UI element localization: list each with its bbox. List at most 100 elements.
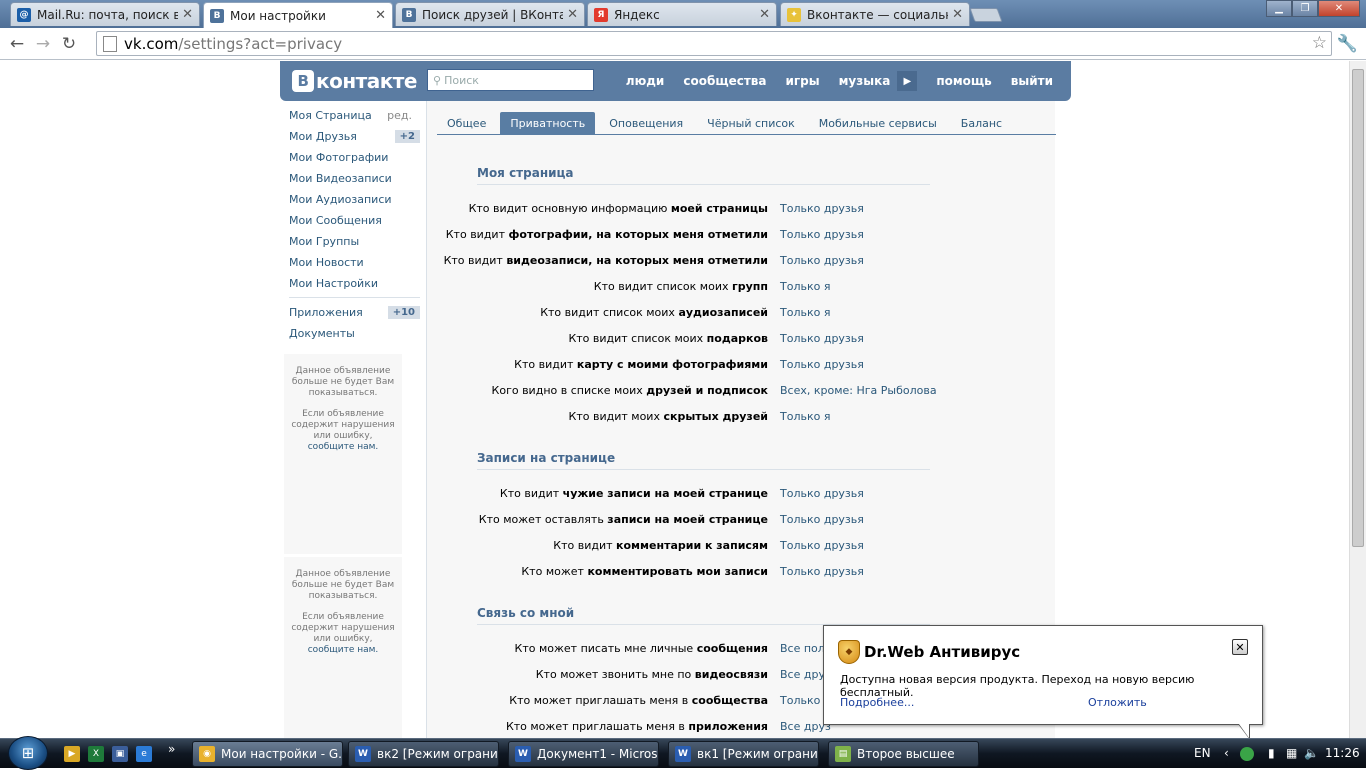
browser-tab[interactable]: В Мои настройки ✕ <box>203 2 393 28</box>
yandex-icon: Я <box>594 7 608 22</box>
privacy-label-text: Кто видит <box>499 486 563 500</box>
left-nav-item[interactable]: Мои Аудиозаписи <box>284 189 420 210</box>
vk-nav-item[interactable]: помощь <box>936 74 991 88</box>
privacy-value-dropdown[interactable]: Только друзья <box>780 539 864 552</box>
popup-tail-inner <box>1239 724 1249 738</box>
tray-expand-icon[interactable]: ‹ <box>1224 746 1229 760</box>
privacy-value-dropdown[interactable]: Только я <box>780 410 830 423</box>
reload-icon[interactable]: ↻ <box>56 34 82 54</box>
browser-tab[interactable]: В Поиск друзей | ВКонтакт ✕ <box>395 2 585 26</box>
excel-icon[interactable]: X <box>88 746 104 762</box>
ie-icon[interactable]: e <box>136 746 152 762</box>
start-button[interactable]: ⊞ <box>8 736 48 770</box>
drweb-later-link[interactable]: Отложить <box>1088 696 1147 709</box>
wrench-menu-icon[interactable]: 🔧 <box>1337 34 1358 54</box>
network-icon[interactable]: ▦ <box>1286 746 1297 760</box>
drweb-title: Dr.Web Антивирус <box>864 643 1021 661</box>
privacy-value-dropdown[interactable]: Только друзья <box>780 332 864 345</box>
vk-logo[interactable]: Вконтакте <box>292 69 417 93</box>
tab-close-icon[interactable]: ✕ <box>952 7 963 22</box>
left-nav-item[interactable]: Приложения +10 <box>284 302 420 323</box>
vk-nav-item[interactable]: игры <box>786 74 820 88</box>
privacy-label: Кто видит фотографии, на которых меня от… <box>427 228 768 241</box>
vk-nav-item[interactable]: сообщества <box>683 74 766 88</box>
taskbar-button[interactable]: Wвк1 [Режим ограни... <box>668 741 819 767</box>
page-scrollbar[interactable] <box>1349 61 1366 738</box>
volume-icon[interactable]: 🔈 <box>1304 746 1319 760</box>
clock[interactable]: 11:26 <box>1325 746 1360 760</box>
left-nav-label: Мои Настройки <box>289 277 378 290</box>
vk-nav-item[interactable]: люди <box>626 74 665 88</box>
left-nav-item[interactable]: Мои Видеозаписи <box>284 168 420 189</box>
vk-nav-item[interactable]: музыка <box>839 74 891 88</box>
settings-tab[interactable]: Мобильные сервисы <box>809 112 947 134</box>
browser-tab[interactable]: Я Яндекс ✕ <box>587 2 777 26</box>
ad-report-link[interactable]: сообщите нам. <box>308 645 379 655</box>
settings-tab[interactable]: Приватность <box>500 112 596 134</box>
privacy-value-dropdown[interactable]: Только я <box>780 306 830 319</box>
browser-tab[interactable]: ✦ Вконтакте — социальная ✕ <box>780 2 970 26</box>
settings-tab[interactable]: Баланс <box>951 112 1012 134</box>
tab-close-icon[interactable]: ✕ <box>759 7 770 22</box>
left-nav-label: Мои Группы <box>289 235 360 248</box>
vk-logo-mark: В <box>292 70 314 92</box>
settings-tab[interactable]: Оповещения <box>599 112 693 134</box>
privacy-label-bold: приложения <box>688 719 768 733</box>
left-nav-item[interactable]: Моя Страница ред. <box>284 105 420 126</box>
edit-link[interactable]: ред. <box>387 109 412 122</box>
vk-nav-item[interactable]: выйти <box>1011 74 1053 88</box>
privacy-value-dropdown[interactable]: Только друзья <box>780 228 864 241</box>
settings-tab[interactable]: Общее <box>437 112 496 134</box>
left-nav-label: Приложения <box>289 306 363 319</box>
left-nav-item[interactable]: Мои Фотографии <box>284 147 420 168</box>
tab-close-icon[interactable]: ✕ <box>182 7 193 22</box>
taskbar-button[interactable]: ◉ Мои настройки - G... <box>192 741 343 767</box>
bookmark-star-icon[interactable]: ☆ <box>1312 33 1327 53</box>
new-tab-button[interactable] <box>969 8 1003 22</box>
drweb-close-button[interactable]: ✕ <box>1232 639 1248 655</box>
drweb-tray-icon[interactable] <box>1240 747 1254 761</box>
privacy-value-dropdown[interactable]: Только я <box>780 280 830 293</box>
tab-close-icon[interactable]: ✕ <box>375 8 386 23</box>
privacy-value-dropdown[interactable]: Только друзья <box>780 513 864 526</box>
privacy-value-dropdown[interactable]: Всех, кроме: Нга Рыболова <box>780 384 937 397</box>
quicklaunch-chevron[interactable]: » <box>168 742 175 756</box>
privacy-label: Кто видит список моих групп <box>427 280 768 293</box>
privacy-value-dropdown[interactable]: Только друзья <box>780 202 864 215</box>
drweb-notification: ◆ Dr.Web Антивирус ✕ Доступна новая верс… <box>823 625 1263 738</box>
taskbar-button[interactable]: ▤ Второе высшее <box>828 741 979 767</box>
scrollbar-thumb[interactable] <box>1352 69 1364 547</box>
ad-report-link[interactable]: сообщите нам. <box>308 442 379 452</box>
battery-icon[interactable]: ▮ <box>1268 746 1275 760</box>
taskbar-button[interactable]: W Документ1 - Micros... <box>508 741 659 767</box>
left-nav-item[interactable]: Мои Сообщения <box>284 210 420 231</box>
left-nav-item[interactable]: Мои Друзья +2 <box>284 126 420 147</box>
privacy-value-dropdown[interactable]: Только друзья <box>780 565 864 578</box>
drweb-more-link[interactable]: Подробнее... <box>840 696 914 709</box>
left-nav-item[interactable]: Документы <box>284 323 420 344</box>
address-bar[interactable]: vk.com/settings?act=privacy ☆ <box>96 31 1332 56</box>
left-nav-item[interactable]: Мои Группы <box>284 231 420 252</box>
close-window-button[interactable]: ✕ <box>1318 0 1360 17</box>
lightbulb-icon: ✦ <box>787 7 801 22</box>
folder-icon[interactable]: ▶ <box>64 746 80 762</box>
taskbar-button[interactable]: Wвк2 [Режим ограни... <box>348 741 499 767</box>
settings-tab[interactable]: Чёрный список <box>697 112 805 134</box>
browser-tab[interactable]: @ Mail.Ru: почта, поиск в и ✕ <box>10 2 200 26</box>
minimize-button[interactable]: ▁ <box>1266 0 1292 17</box>
privacy-value-dropdown[interactable]: Только друзья <box>780 487 864 500</box>
left-nav-item[interactable]: Мои Настройки <box>284 273 420 294</box>
back-arrow-icon[interactable]: ← <box>4 34 30 54</box>
privacy-label-bold: сообщества <box>691 693 768 707</box>
nav-more-arrow-icon[interactable]: ▶ <box>897 71 918 91</box>
maximize-button[interactable]: ❐ <box>1292 0 1318 17</box>
privacy-value-dropdown[interactable]: Только друзья <box>780 358 864 371</box>
language-indicator[interactable]: EN <box>1194 746 1211 760</box>
privacy-value-dropdown[interactable]: Только друзья <box>780 254 864 267</box>
desktop-icon[interactable]: ▣ <box>112 746 128 762</box>
left-nav-item[interactable]: Мои Новости <box>284 252 420 273</box>
tab-close-icon[interactable]: ✕ <box>567 7 578 22</box>
vk-search-input[interactable]: ⚲ Поиск <box>427 69 594 91</box>
forward-arrow-icon[interactable]: → <box>30 34 56 54</box>
privacy-label: Кто может оставлять записи на моей стран… <box>427 513 768 526</box>
